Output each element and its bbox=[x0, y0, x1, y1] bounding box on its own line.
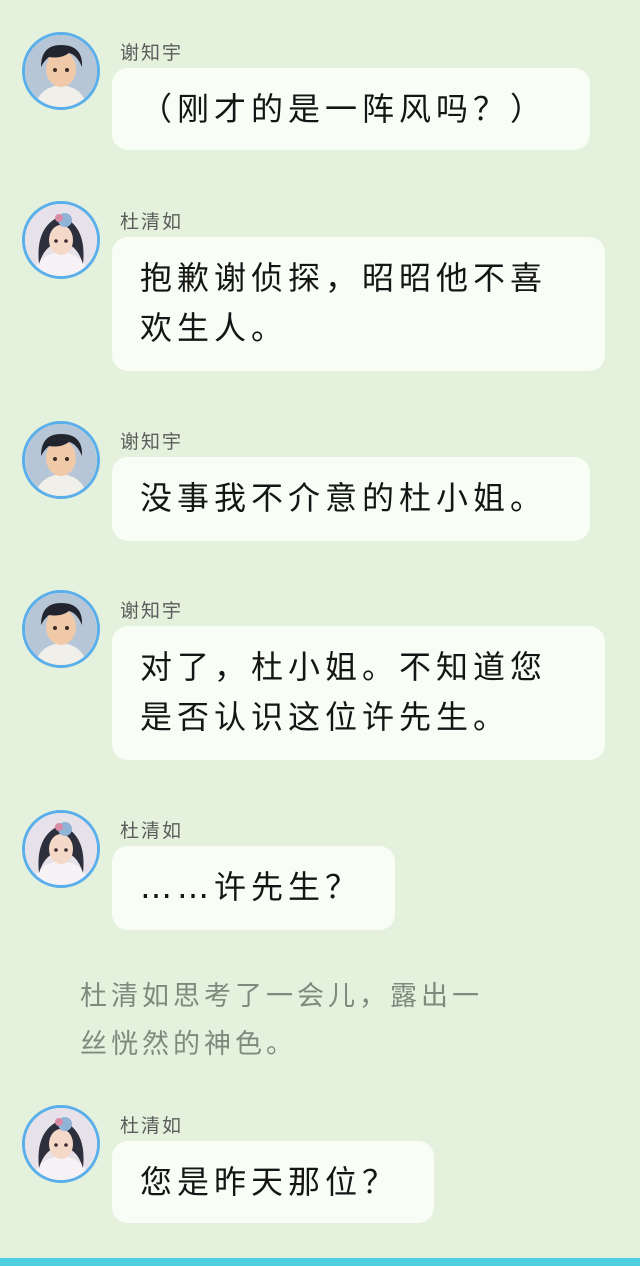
male-portrait-icon bbox=[25, 35, 97, 107]
xie-zhiyu-avatar[interactable] bbox=[22, 32, 100, 110]
du-qingru-avatar[interactable] bbox=[22, 1105, 100, 1183]
female-portrait-icon bbox=[25, 204, 97, 276]
message-bubble: 您是昨天那位？ bbox=[112, 1141, 434, 1223]
narration-text: 杜清如思考了一会儿，露出一 丝恍然的神色。 bbox=[80, 981, 483, 1060]
xie-zhiyu-avatar[interactable] bbox=[22, 421, 100, 499]
female-portrait-icon bbox=[25, 813, 97, 885]
speaker-name: 谢知宇 bbox=[120, 600, 184, 622]
speaker-name: 谢知宇 bbox=[120, 431, 184, 453]
message-bubble: 没事我不介意的杜小姐。 bbox=[112, 457, 590, 541]
speaker-name: 谢知宇 bbox=[120, 42, 184, 64]
xie-zhiyu-avatar[interactable] bbox=[22, 590, 100, 668]
du-qingru-avatar[interactable] bbox=[22, 201, 100, 279]
female-portrait-icon bbox=[25, 1108, 97, 1180]
speaker-name: 杜清如 bbox=[120, 211, 184, 233]
speaker-name: 杜清如 bbox=[120, 1115, 184, 1137]
message-bubble: 抱歉谢侦探，昭昭他不喜 欢生人。 bbox=[112, 237, 605, 371]
message-bubble: 对了，杜小姐。不知道您 是否认识这位许先生。 bbox=[112, 626, 605, 760]
message-bubble: ……许先生？ bbox=[112, 846, 395, 930]
du-qingru-avatar[interactable] bbox=[22, 810, 100, 888]
message-bubble: （刚才的是一阵风吗？） bbox=[112, 68, 590, 150]
bottom-accent-bar bbox=[0, 1258, 640, 1266]
male-portrait-icon bbox=[25, 593, 97, 665]
speaker-name: 杜清如 bbox=[120, 820, 184, 842]
male-portrait-icon bbox=[25, 424, 97, 496]
